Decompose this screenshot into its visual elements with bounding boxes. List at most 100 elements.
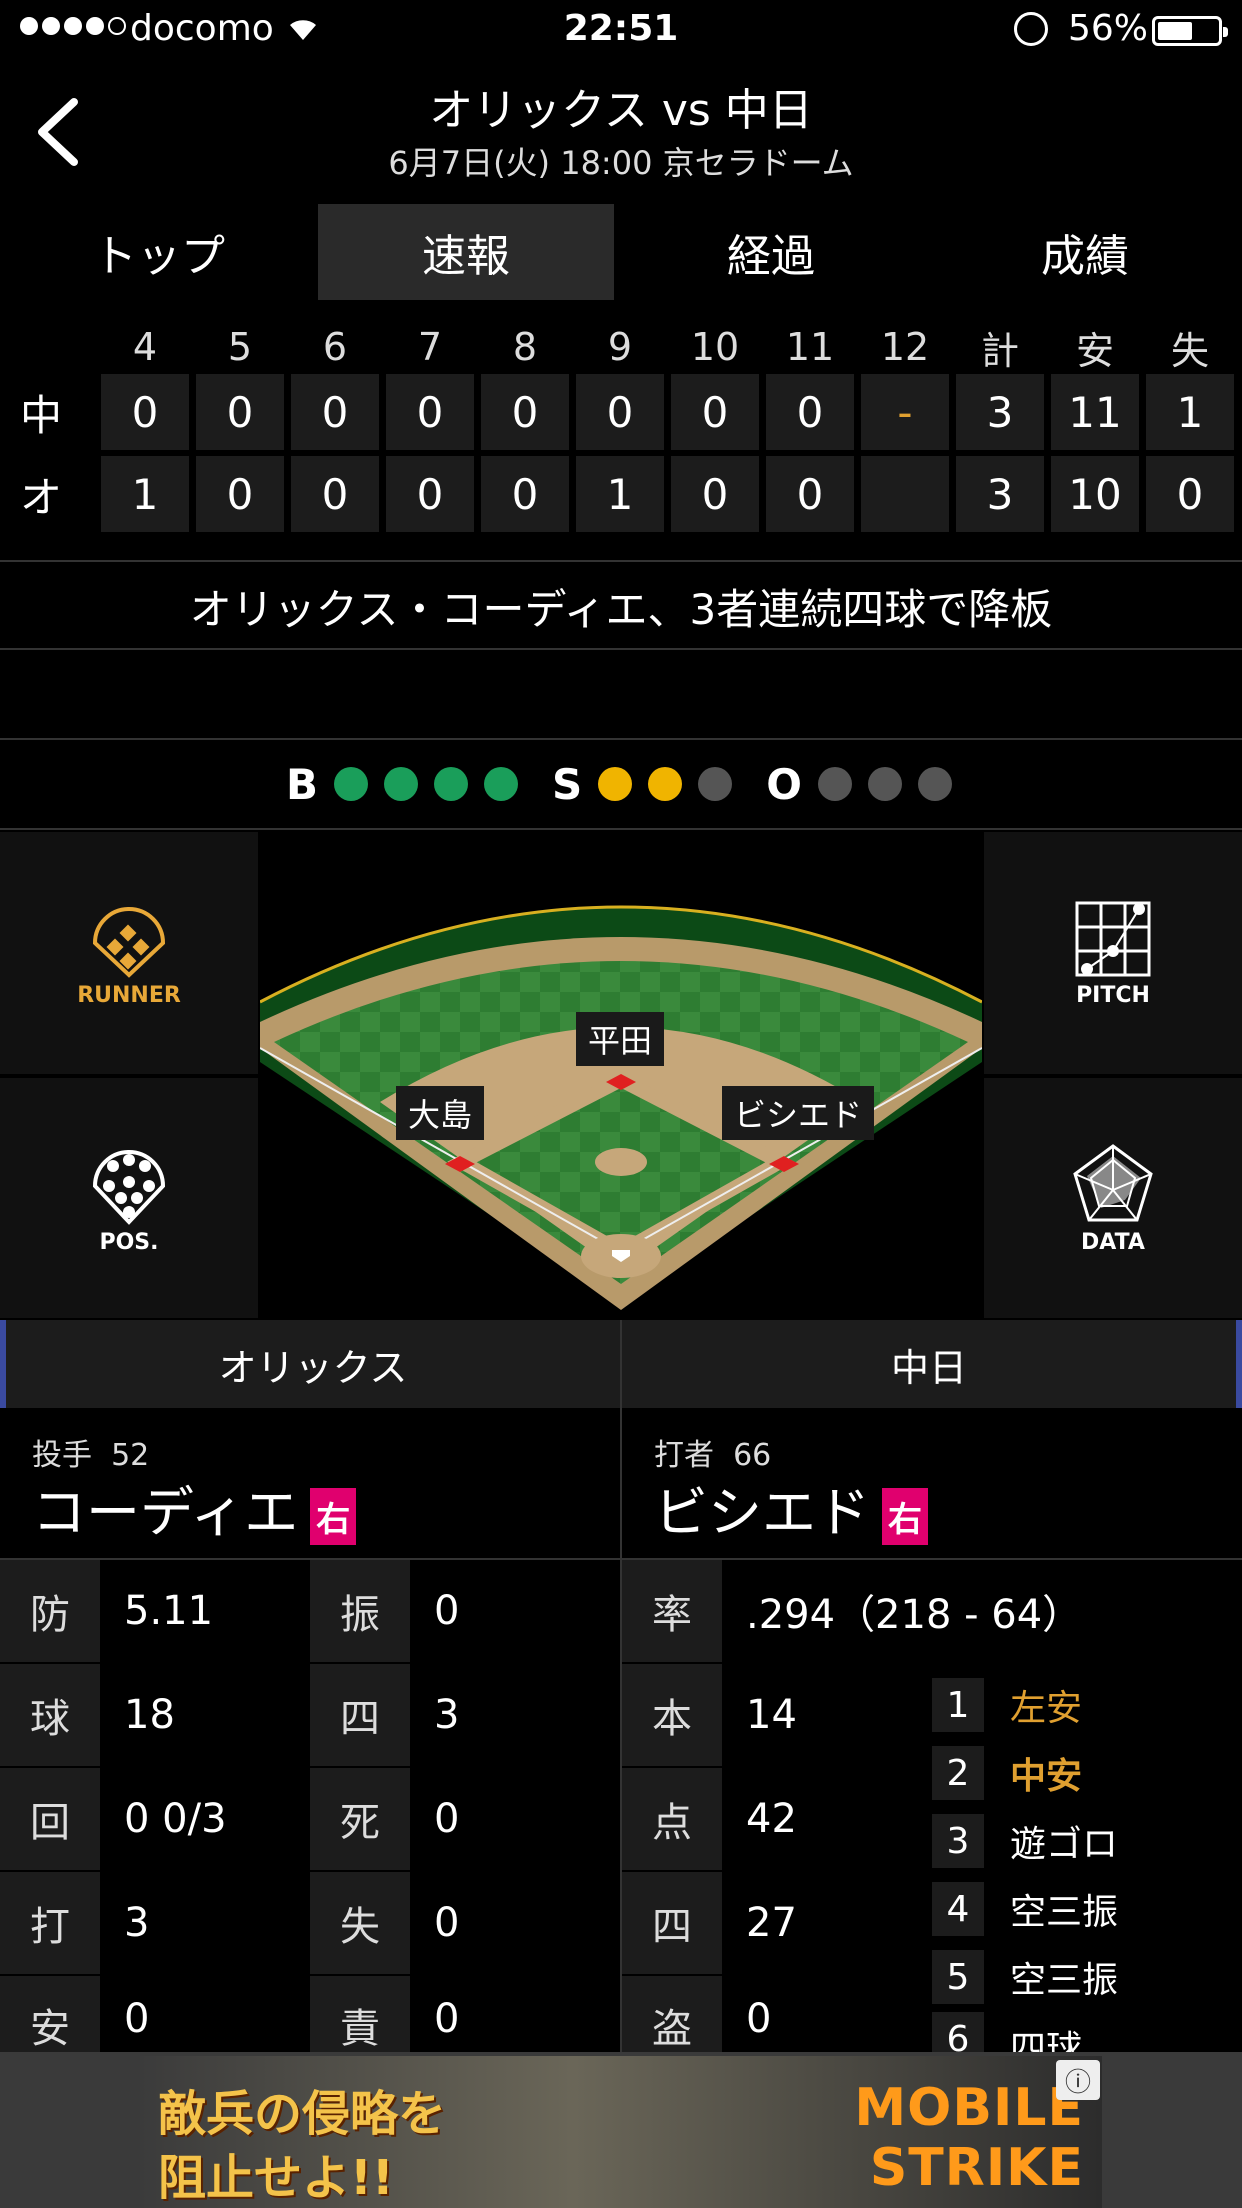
- pitcher-card: 投手 52 コーディエ右: [0, 1410, 620, 1558]
- runner-second-label: 平田: [576, 1012, 665, 1066]
- ball-strike-out-indicator: B S O: [0, 752, 1242, 816]
- outs-label: O: [766, 759, 802, 809]
- battery-icon: [1152, 16, 1228, 46]
- at-bat-number: 4: [932, 1882, 984, 1936]
- team-tab-chunichi[interactable]: 中日: [622, 1320, 1242, 1408]
- team-abbr: オ: [20, 472, 63, 522]
- stat-value: 3: [434, 1692, 460, 1738]
- batter-name: ビシエド右: [654, 1468, 928, 1547]
- score-cell: 0: [291, 456, 379, 532]
- field-diagram: [260, 905, 982, 1310]
- ball-dot: [484, 767, 519, 801]
- score-row-away: 中 0 0 0 0 0 0 0 0 - 3 11 1: [0, 374, 1242, 450]
- battery-percent: 56%: [1068, 8, 1149, 49]
- inning-header: 6: [322, 325, 348, 369]
- total-header: 計: [980, 328, 1019, 373]
- runner-icon: [92, 906, 166, 978]
- score-cell: 0: [766, 456, 854, 532]
- stat-key: 四: [622, 1872, 722, 1974]
- strike-dot: [698, 767, 733, 801]
- page-subtitle: 6月7日(火) 18:00 京セラドーム: [388, 144, 854, 182]
- stat-key: 安: [0, 1976, 100, 2052]
- inning-header: 10: [690, 325, 740, 369]
- tab-top[interactable]: トップ: [0, 204, 318, 300]
- stat-value: 18: [124, 1692, 175, 1738]
- inning-header: 4: [132, 325, 158, 369]
- score-cell: 0: [196, 456, 284, 532]
- ad-headline-line1: 敵兵の侵略を: [158, 2086, 447, 2142]
- divider: [0, 560, 1242, 562]
- strike-dot: [648, 767, 683, 801]
- play-headline[interactable]: オリックス・コーディエ、3者連続四球で降板: [0, 564, 1242, 648]
- pitch-button[interactable]: PITCH: [984, 832, 1242, 1074]
- tab-live[interactable]: 速報: [318, 204, 614, 300]
- data-label: DATA: [1081, 1229, 1145, 1255]
- baseball-field: 平田 大島 ビシエド: [260, 832, 982, 1318]
- at-bat-number: 1: [932, 1678, 984, 1732]
- status-time: 22:51: [563, 8, 679, 49]
- inning-header: 5: [227, 325, 253, 369]
- inning-header: 11: [785, 325, 835, 369]
- stat-value: 42: [746, 1796, 797, 1842]
- position-label: POS.: [99, 1229, 159, 1255]
- stat-value: 0: [124, 1996, 150, 2042]
- inning-header: 8: [512, 325, 538, 369]
- score-cell: 0: [101, 374, 189, 450]
- stat-value: 0 0/3: [124, 1796, 227, 1842]
- batting-average: .294（218 - 64）: [746, 1592, 1083, 1638]
- score-cell: 0: [671, 456, 759, 532]
- pitcher-name: コーディエ右: [32, 1468, 357, 1547]
- at-bat-result: 左安: [1010, 1688, 1083, 1729]
- team-abbr: 中: [20, 390, 63, 440]
- position-button[interactable]: POS.: [0, 1078, 258, 1318]
- stat-value: 0: [434, 1796, 460, 1842]
- score-row-home: オ 1 0 0 0 0 1 0 0 3 10 0: [0, 456, 1242, 532]
- hits-cell: 10: [1051, 456, 1139, 532]
- strike-dot: [598, 767, 633, 801]
- stat-key: 盗: [622, 1976, 722, 2052]
- runner-button[interactable]: RUNNER: [0, 832, 258, 1074]
- errors-cell: 1: [1146, 374, 1234, 450]
- position-icon: [92, 1149, 166, 1225]
- score-cell: 0: [196, 374, 284, 450]
- team-tab-orix[interactable]: オリックス: [0, 1320, 620, 1408]
- stat-key: 球: [0, 1664, 100, 1766]
- at-bat-result: 四球: [1010, 2029, 1083, 2052]
- tab-stats[interactable]: 成績: [928, 204, 1242, 300]
- batting-hand-badge: 右: [882, 1487, 928, 1545]
- errors-header: 失: [1170, 328, 1209, 373]
- score-cell: 0: [386, 374, 474, 450]
- pitch-grid-icon: [1075, 901, 1151, 976]
- at-bat-number: 6: [932, 2012, 984, 2052]
- divider: [0, 828, 1242, 830]
- score-cell: 0: [386, 456, 474, 532]
- runner-third-label: 大島: [396, 1086, 485, 1140]
- at-bat-result: 遊ゴロ: [1010, 1824, 1119, 1865]
- throwing-hand-badge: 右: [310, 1487, 357, 1545]
- ad-info-icon[interactable]: ⓘ: [1056, 2060, 1100, 2100]
- at-bat-history-item: 4 空三振: [932, 1876, 1242, 1942]
- at-bat-result: 空三振: [1010, 1960, 1119, 2001]
- pitch-label: PITCH: [1076, 982, 1150, 1008]
- at-bat-result: 中安: [1010, 1756, 1083, 1797]
- inning-header: 12: [880, 325, 930, 369]
- ad-brand-line2: STRIKE: [869, 2138, 1084, 2198]
- tab-progress[interactable]: 経過: [614, 204, 928, 300]
- ball-dot: [334, 767, 369, 801]
- ball-dot: [384, 767, 419, 801]
- strikes-label: S: [552, 759, 583, 809]
- at-bat-result: 空三振: [1010, 1892, 1119, 1933]
- data-button[interactable]: DATA: [984, 1078, 1242, 1318]
- stat-key: 点: [622, 1768, 722, 1870]
- stat-value: 0: [746, 1996, 772, 2042]
- out-dot: [817, 767, 852, 801]
- ball-dot: [434, 767, 469, 801]
- stat-value: 0: [434, 1996, 460, 2042]
- ad-brand-line1: MOBILE: [854, 2078, 1084, 2138]
- stat-value: 0: [434, 1588, 460, 1634]
- ad-banner[interactable]: 敵兵の侵略を 阻止せよ!! MOBILE STRIKE ⓘ: [140, 2056, 1102, 2208]
- balls-label: B: [286, 759, 319, 809]
- score-cell: 1: [101, 456, 189, 532]
- out-dot: [917, 767, 952, 801]
- status-bar: docomo 22:51 56%: [0, 0, 1242, 62]
